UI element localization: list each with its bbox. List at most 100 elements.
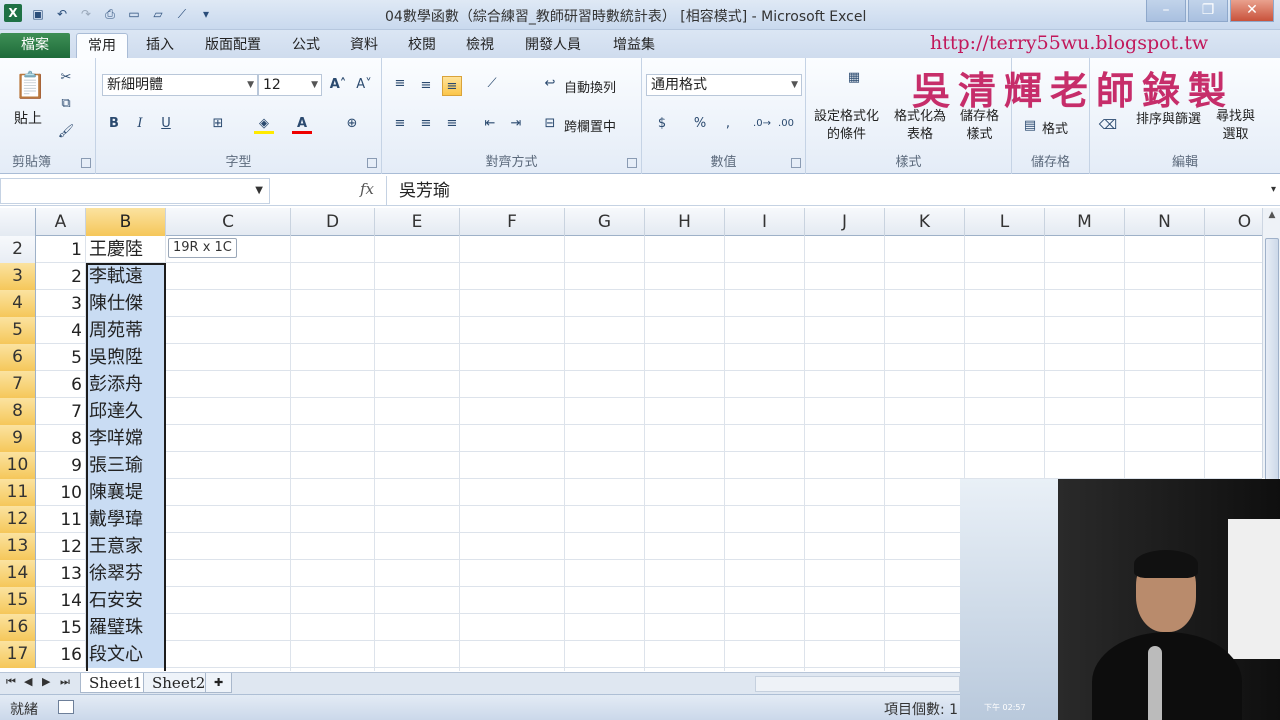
- sheet-tab-sheet1[interactable]: Sheet1: [80, 673, 152, 693]
- orientation-icon[interactable]: ⟋: [482, 74, 502, 94]
- decrease-decimal-icon[interactable]: .00: [776, 114, 796, 134]
- align-right-icon[interactable]: ≡: [442, 114, 462, 134]
- italic-button[interactable]: I: [130, 114, 150, 134]
- cell-b[interactable]: 徐翠芬: [86, 560, 166, 587]
- row-header[interactable]: 17: [0, 641, 36, 668]
- cell-a[interactable]: 10: [36, 479, 86, 506]
- cell-b[interactable]: 周苑蒂: [86, 317, 166, 344]
- cell-a[interactable]: 14: [36, 587, 86, 614]
- cell-b[interactable]: 段文心: [86, 641, 166, 668]
- borders-icon[interactable]: ⊞: [208, 114, 228, 134]
- next-sheet-icon[interactable]: ▶: [42, 675, 50, 688]
- tab-review[interactable]: 校閱: [400, 33, 444, 58]
- grow-font-icon[interactable]: A˄: [328, 75, 348, 95]
- column-header-b[interactable]: B: [86, 208, 166, 236]
- prev-sheet-icon[interactable]: ◀: [24, 675, 32, 688]
- expand-formula-bar-icon[interactable]: ▾: [1271, 184, 1276, 195]
- column-header-o[interactable]: O: [1205, 208, 1262, 236]
- cell-a[interactable]: 8: [36, 425, 86, 452]
- percent-button[interactable]: %: [690, 114, 710, 134]
- tab-formulas[interactable]: 公式: [284, 33, 328, 58]
- row-header[interactable]: 14: [0, 560, 36, 587]
- comma-button[interactable]: ,: [718, 114, 738, 134]
- tab-addins[interactable]: 增益集: [604, 33, 664, 58]
- excel-app-icon[interactable]: X: [4, 4, 22, 22]
- tab-home[interactable]: 常用: [76, 33, 128, 58]
- vertical-scrollbar[interactable]: ▲: [1262, 208, 1280, 618]
- row-header[interactable]: 3: [0, 263, 36, 290]
- cell-a[interactable]: 5: [36, 344, 86, 371]
- cell-b[interactable]: 李咩嫦: [86, 425, 166, 452]
- cell-a[interactable]: 15: [36, 614, 86, 641]
- scroll-up-icon[interactable]: ▲: [1265, 210, 1279, 224]
- wrap-text-button[interactable]: 自動換列: [564, 77, 616, 96]
- cell-a[interactable]: 4: [36, 317, 86, 344]
- cell-b[interactable]: 王意家: [86, 533, 166, 560]
- increase-decimal-icon[interactable]: .0→: [752, 114, 772, 134]
- underline-button[interactable]: U: [156, 114, 176, 134]
- font-color-icon[interactable]: A: [292, 114, 312, 134]
- column-header-i[interactable]: I: [725, 208, 805, 236]
- cell-a[interactable]: 11: [36, 506, 86, 533]
- column-header-a[interactable]: A: [36, 208, 86, 236]
- row-header[interactable]: 9: [0, 425, 36, 452]
- formula-input[interactable]: 吳芳瑜: [386, 176, 1256, 206]
- insert-sheet-icon[interactable]: ✚: [205, 673, 233, 693]
- number-launcher-icon[interactable]: [791, 158, 801, 168]
- new-icon[interactable]: ▭: [124, 5, 144, 23]
- cell-a[interactable]: 6: [36, 371, 86, 398]
- format-painter-icon[interactable]: 🖌: [56, 122, 76, 142]
- cell-b[interactable]: 陳仕傑: [86, 290, 166, 317]
- print-preview-icon[interactable]: ⎙: [100, 5, 120, 23]
- horizontal-scrollbar[interactable]: [755, 676, 960, 692]
- wrap-text-icon[interactable]: ↩: [540, 74, 560, 94]
- shrink-font-icon[interactable]: A˅: [354, 75, 374, 95]
- tab-view[interactable]: 檢視: [458, 33, 502, 58]
- restore-icon[interactable]: ❐: [1188, 0, 1228, 22]
- row-header[interactable]: 10: [0, 452, 36, 479]
- column-header-c[interactable]: C: [166, 208, 291, 236]
- currency-button[interactable]: $: [652, 114, 672, 134]
- column-header-k[interactable]: K: [885, 208, 965, 236]
- conditional-format-button[interactable]: 設定格式化 的條件: [814, 108, 879, 144]
- conditional-format-icon[interactable]: ▦: [840, 68, 868, 96]
- row-header[interactable]: 11: [0, 479, 36, 506]
- column-header-e[interactable]: E: [375, 208, 460, 236]
- open-icon[interactable]: ▱: [148, 5, 168, 23]
- tab-developer[interactable]: 開發人員: [516, 33, 590, 58]
- paste-button[interactable]: 貼上: [14, 108, 42, 128]
- column-header-h[interactable]: H: [645, 208, 725, 236]
- close-icon[interactable]: ✕: [1230, 0, 1274, 22]
- row-header[interactable]: 6: [0, 344, 36, 371]
- font-size-select[interactable]: 12 ▼: [258, 74, 322, 96]
- column-header-d[interactable]: D: [291, 208, 375, 236]
- column-header-m[interactable]: M: [1045, 208, 1125, 236]
- cell-b[interactable]: 戴學瑋: [86, 506, 166, 533]
- tab-insert[interactable]: 插入: [138, 33, 182, 58]
- format-cells-button[interactable]: 格式: [1042, 118, 1068, 137]
- minimize-icon[interactable]: –: [1146, 0, 1186, 22]
- row-header[interactable]: 7: [0, 371, 36, 398]
- cell-b[interactable]: 石安安: [86, 587, 166, 614]
- cell-a[interactable]: 16: [36, 641, 86, 668]
- align-left-icon[interactable]: ≡: [390, 114, 410, 134]
- sheet-tab-sheet2[interactable]: Sheet2: [143, 673, 215, 693]
- increase-indent-icon[interactable]: ⇥: [506, 114, 526, 134]
- phonetic-icon[interactable]: ⊕: [342, 114, 362, 134]
- merge-center-icon[interactable]: ⊟: [540, 114, 560, 134]
- format-cells-icon[interactable]: ▤: [1020, 116, 1040, 136]
- number-format-select[interactable]: 通用格式 ▼: [646, 74, 802, 96]
- alignment-launcher-icon[interactable]: [627, 158, 637, 168]
- row-header[interactable]: 13: [0, 533, 36, 560]
- cell-b[interactable]: 陳襄堤: [86, 479, 166, 506]
- cell-b[interactable]: 吳煦陞: [86, 344, 166, 371]
- clear-icon[interactable]: ⌫: [1098, 116, 1118, 136]
- cell-a[interactable]: 7: [36, 398, 86, 425]
- column-header-j[interactable]: J: [805, 208, 885, 236]
- cell-a[interactable]: 1: [36, 236, 86, 263]
- row-header[interactable]: 12: [0, 506, 36, 533]
- save-icon[interactable]: ▣: [28, 5, 48, 23]
- tab-file[interactable]: 檔案: [0, 33, 70, 58]
- cell-a[interactable]: 9: [36, 452, 86, 479]
- insert-function-icon[interactable]: fx: [360, 180, 374, 198]
